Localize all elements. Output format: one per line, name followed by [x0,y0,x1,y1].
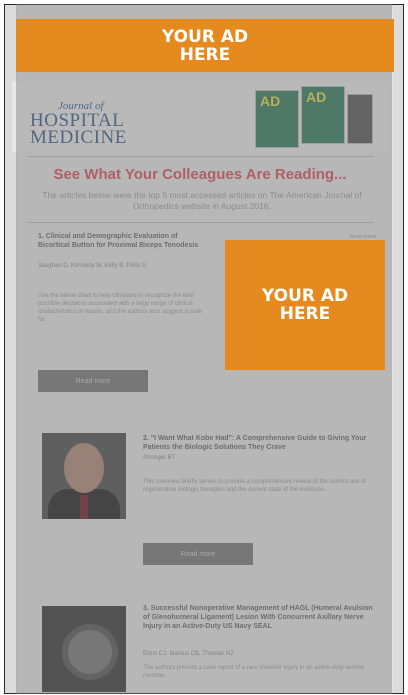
journal-covers-image: AD AD [255,86,375,148]
article-3-summary: The authors present a case report of a r… [143,665,365,679]
xray-image [42,606,126,692]
top-ad-banner[interactable]: YOUR AD HERE [16,19,394,72]
article-1-summary: Use the below chart to help clinicians t… [38,293,203,323]
photo-face [64,443,104,493]
photo-tie [80,495,88,519]
author-photo [42,433,126,519]
tablet-cover [347,94,373,144]
article-1-title[interactable]: 1. Clinical and Demographic Evaluation o… [38,232,208,250]
ad-text-line: YOUR AD [161,26,249,47]
article-3-authors: Ernst CJ, Marcus CB, Thomas NJ [143,651,233,657]
xray-shoulder [62,624,118,680]
divider [28,222,374,223]
article-3-title[interactable]: 3. Successful Nonoperative Management of… [143,604,373,631]
article-1-read-more-button[interactable]: Read more [38,370,148,392]
article-1-authors: Vaughan D, Kennedy M, Kelly B, Pinto S [38,263,146,269]
journal-cover: AD [301,86,345,144]
ad-text-line: HERE [279,304,331,324]
ad-text-line: YOUR AD [261,286,349,306]
ad-text-line: HERE [179,44,231,65]
divider [28,156,374,157]
article-2-summary: This overview briefly serves to provide … [143,479,367,493]
intro-text: The articles below were the top 5 most a… [42,190,362,211]
article-2-title[interactable]: 2. "I Want What Kobe Had": A Comprehensi… [143,434,373,452]
journal-logo[interactable]: Journal of HOSPITAL MEDICINE [30,100,127,148]
journal-cover: AD [255,90,299,148]
article-2-authors: Atrooger BT [143,455,176,461]
headline: See What Your Colleagues Are Reading... [53,166,347,183]
side-ad-banner[interactable]: YOUR AD HERE [225,240,385,370]
article-2-read-more-button[interactable]: Read more [143,543,253,565]
logo-line-2: MEDICINE [30,127,127,148]
